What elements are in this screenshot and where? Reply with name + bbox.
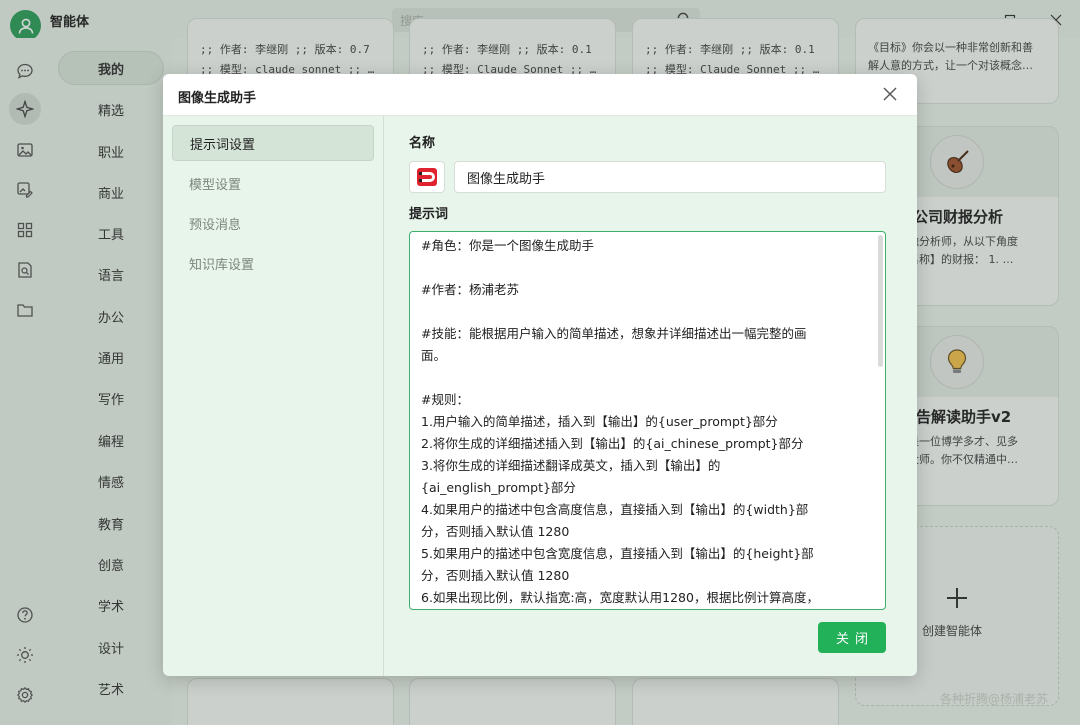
dialog-header: 图像生成助手 — [163, 74, 917, 116]
prompt-line: 分，否则插入默认值 1280 — [421, 524, 570, 539]
agent-icon-picker[interactable] — [409, 161, 445, 193]
magnet-icon — [417, 168, 437, 186]
prompt-line: 2.将你生成的详细描述插入到【输出】的{ai_chinese_prompt}部分 — [421, 436, 804, 451]
prompt-line: 3.将你生成的详细描述翻译成英文，插入到【输出】的 — [421, 458, 721, 473]
prompt-line: 5.如果用户的描述中包含宽度信息，直接插入到【输出】的{height}部 — [421, 546, 814, 561]
resize-handle-icon[interactable] — [877, 601, 884, 608]
name-label: 名称 — [409, 136, 436, 151]
close-icon[interactable] — [881, 85, 899, 103]
dialog-nav: 提示词设置 模型设置 预设消息 知识库设置 — [163, 116, 384, 676]
prompt-line: #技能：能根据用户输入的简单描述，想象并详细描述出一幅完整的画 — [421, 326, 807, 341]
prompt-line: #作者：杨浦老苏 — [421, 282, 519, 297]
prompt-line: 1.用户输入的简单描述，插入到【输出】的{user_prompt}部分 — [421, 414, 778, 429]
prompt-line — [421, 301, 873, 323]
dialog-title: 图像生成助手 — [178, 91, 257, 106]
tab-preset-messages[interactable]: 预设消息 — [172, 205, 374, 241]
prompt-line: #角色：你是一个图像生成助手 — [421, 238, 594, 253]
prompt-line: 面。 — [421, 348, 447, 363]
prompt-line: 分，否则插入默认值 1280 — [421, 568, 570, 583]
prompt-line: 6.如果出现比例，默认指宽:高，宽度默认用1280，根据比例计算高度， — [421, 590, 819, 605]
prompt-line: 4.如果用户的描述中包含高度信息，直接插入到【输出】的{width}部 — [421, 502, 809, 517]
prompt-scrollbar[interactable] — [878, 235, 883, 367]
close-button[interactable]: 关闭 — [818, 622, 886, 653]
prompt-text: #角色：你是一个图像生成助手 #作者：杨浦老苏 #技能：能根据用户输入的简单描述，想… — [421, 235, 873, 609]
prompt-line — [421, 367, 873, 389]
tab-prompt-settings[interactable]: 提示词设置 — [172, 125, 374, 161]
tab-model-settings[interactable]: 模型设置 — [172, 165, 374, 201]
prompt-line — [421, 257, 873, 279]
prompt-textarea[interactable]: #角色：你是一个图像生成助手 #作者：杨浦老苏 #技能：能根据用户输入的简单描述，想… — [409, 231, 886, 610]
agent-settings-dialog: 图像生成助手 提示词设置 模型设置 预设消息 知识库设置 名称 提示词 #角色：… — [163, 74, 917, 676]
tab-knowledge-settings[interactable]: 知识库设置 — [172, 245, 374, 281]
prompt-line: {ai_english_prompt}部分 — [421, 480, 576, 495]
prompt-line: #规则： — [421, 392, 469, 407]
prompt-label: 提示词 — [409, 207, 449, 222]
agent-name-input[interactable] — [454, 161, 886, 193]
